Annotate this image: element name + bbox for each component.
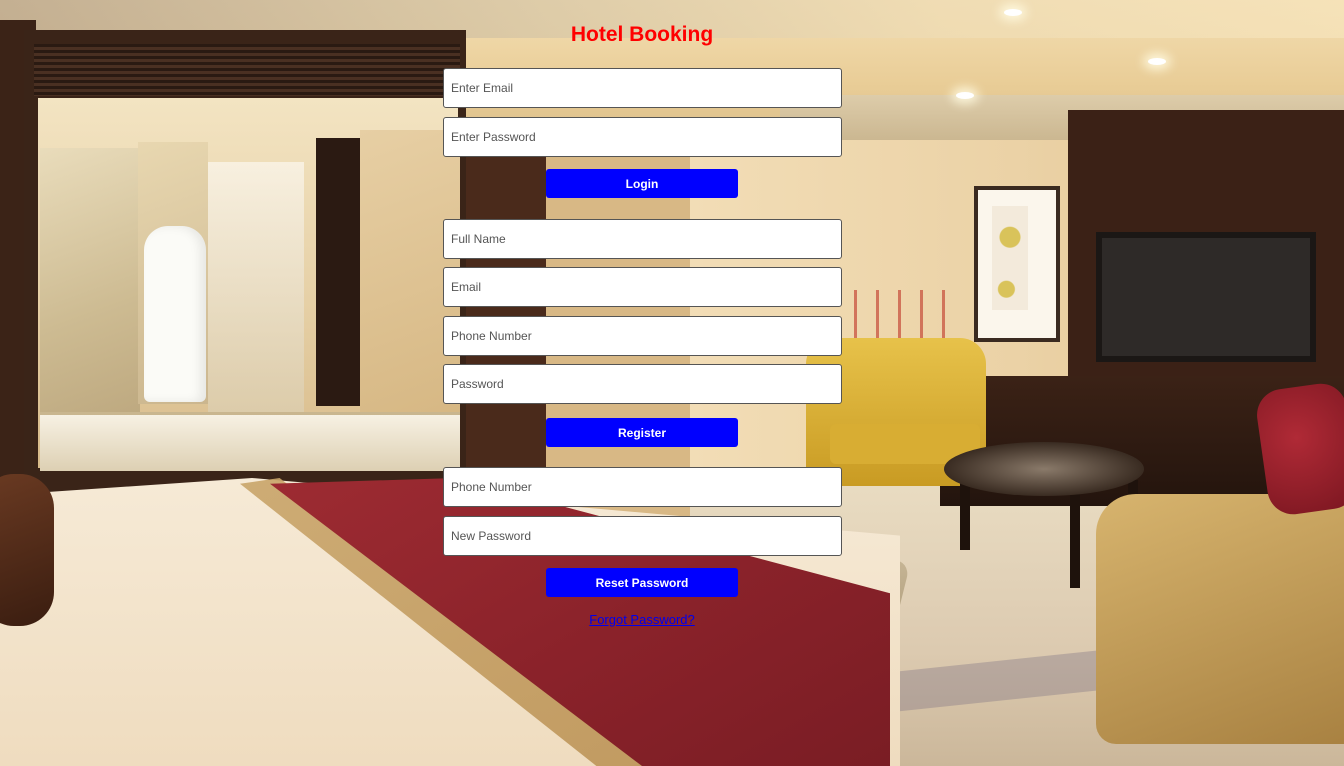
login-email-input[interactable] bbox=[443, 68, 842, 108]
bathtub bbox=[40, 412, 460, 471]
bathrobe bbox=[144, 226, 206, 402]
ceiling-light bbox=[1004, 9, 1022, 16]
reset-password-button[interactable]: Reset Password bbox=[546, 568, 738, 597]
login-button[interactable]: Login bbox=[546, 169, 738, 198]
register-fullname-input[interactable] bbox=[443, 219, 842, 259]
register-password-input[interactable] bbox=[443, 364, 842, 404]
ceiling-light bbox=[1148, 58, 1166, 65]
television bbox=[1096, 232, 1316, 362]
page-title: Hotel Booking bbox=[570, 23, 714, 46]
shower-glass bbox=[208, 162, 304, 412]
register-email-input[interactable] bbox=[443, 267, 842, 307]
flowers bbox=[844, 290, 964, 340]
sofa bbox=[1096, 494, 1344, 744]
bathroom-marble-wall bbox=[40, 148, 140, 420]
ceiling-light bbox=[956, 92, 974, 99]
register-phone-input[interactable] bbox=[443, 316, 842, 356]
bathroom-door bbox=[316, 138, 360, 406]
forgot-password-link[interactable]: Forgot Password? bbox=[442, 612, 842, 628]
wall-picture-art bbox=[992, 206, 1028, 310]
reset-new-password-input[interactable] bbox=[443, 516, 842, 556]
table-leg bbox=[960, 480, 970, 550]
reset-phone-input[interactable] bbox=[443, 467, 842, 507]
brown-pillow bbox=[0, 474, 54, 626]
divider-wall bbox=[466, 150, 546, 468]
register-button[interactable]: Register bbox=[546, 418, 738, 447]
coffee-table bbox=[944, 442, 1144, 496]
window-blinds bbox=[34, 44, 460, 96]
login-password-input[interactable] bbox=[443, 117, 842, 157]
table-leg bbox=[1070, 488, 1080, 588]
